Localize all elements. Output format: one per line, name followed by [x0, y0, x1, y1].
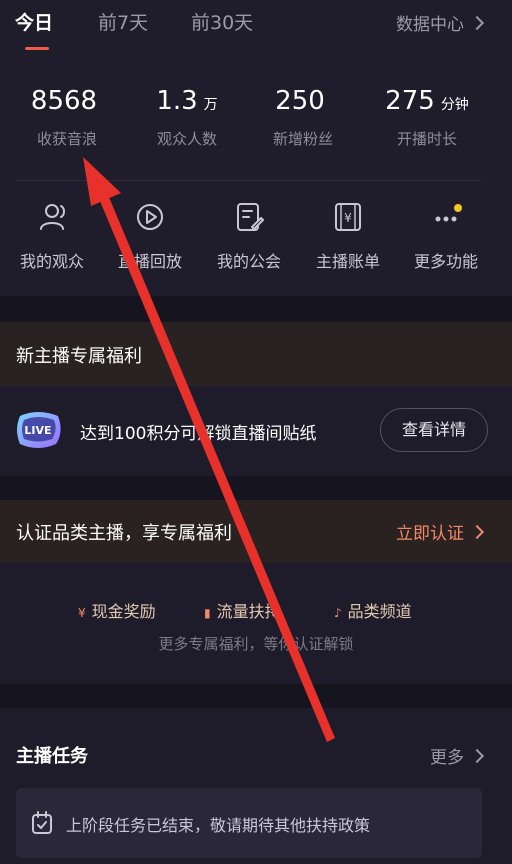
chevron-right-icon: [469, 524, 485, 540]
stat-label: 开播时长: [396, 130, 457, 148]
stat-label: 观众人数: [156, 130, 217, 148]
yen-card-icon: ¥: [335, 203, 361, 231]
perk-category-channel: ♪ 品类频道: [334, 598, 412, 622]
live-sticker-icon: LIVE: [17, 412, 61, 448]
chevron-right-icon: [469, 748, 485, 764]
tab-30-days[interactable]: 前30天: [191, 8, 253, 35]
tasks-more-label: 更多: [430, 748, 464, 768]
perk-label: 流量扶持: [216, 602, 281, 621]
stat-value: 1.3: [156, 86, 198, 116]
func-live-replay[interactable]: 直播回放: [100, 200, 200, 272]
chevron-right-icon: [469, 15, 485, 31]
play-circle-icon: [137, 204, 163, 230]
stats-divider: [16, 180, 482, 181]
certify-now-link[interactable]: 立即认证: [396, 519, 485, 544]
welfare-description: 达到100积分可解锁直播间贴纸: [80, 424, 317, 444]
svg-text:¥: ¥: [344, 211, 352, 225]
data-center-label: 数据中心: [396, 15, 464, 35]
task-checklist-icon: [32, 811, 52, 834]
stat-label: 新增粉丝: [272, 130, 333, 148]
func-my-audience[interactable]: 我的观众: [2, 200, 102, 272]
welfare-title: 新主播专属福利: [16, 346, 142, 367]
perk-cash-reward: ¥ 现金奖励: [78, 598, 156, 622]
view-details-button[interactable]: 查看详情: [380, 408, 488, 452]
certification-title: 认证品类主播，享专属福利: [16, 523, 232, 544]
bar-chart-icon: ▮: [204, 606, 211, 620]
func-label: 我的观众: [19, 252, 84, 271]
stat-new-fans[interactable]: 250 新增粉丝: [248, 86, 358, 148]
yen-icon: ¥: [78, 606, 86, 620]
music-note-icon: ♪: [334, 606, 342, 620]
users-icon: [40, 204, 65, 230]
stat-value: 275: [385, 86, 435, 116]
notification-dot: [454, 204, 462, 212]
active-tab-indicator: [25, 47, 49, 50]
stat-live-duration[interactable]: 275 分钟 开播时长: [372, 86, 482, 148]
tab-7-days[interactable]: 前7天: [98, 8, 148, 35]
tab-today[interactable]: 今日: [15, 8, 53, 35]
data-center-link[interactable]: 数据中心: [396, 10, 485, 35]
func-label: 我的公会: [216, 252, 281, 271]
tasks-more-link[interactable]: 更多: [430, 743, 485, 768]
stat-label: 收获音浪: [36, 130, 97, 148]
func-host-bill[interactable]: ¥ 主播账单: [298, 200, 398, 272]
perk-traffic-support: ▮ 流量扶持: [204, 598, 281, 622]
stat-unit: 分钟: [440, 97, 469, 113]
stat-unit: 万: [203, 97, 218, 113]
perk-label: 现金奖励: [91, 602, 156, 621]
stat-value: 8568: [30, 86, 98, 116]
perk-label: 品类频道: [347, 602, 412, 621]
tasks-title: 主播任务: [16, 746, 88, 767]
func-my-guild[interactable]: 我的公会: [199, 200, 299, 272]
certification-subtitle: 更多专属福利，等你认证解锁: [158, 635, 354, 653]
func-label: 主播账单: [315, 252, 380, 271]
func-label: 更多功能: [413, 252, 478, 271]
func-more[interactable]: 更多功能: [396, 200, 496, 272]
certification-body: [0, 562, 512, 684]
task-message: 上阶段任务已结束，敬请期待其他扶持政策: [66, 816, 371, 835]
date-tabs: 今日 前7天 前30天 数据中心: [0, 0, 512, 50]
certify-now-label: 立即认证: [396, 524, 464, 544]
stat-received-coins[interactable]: 8568 收获音浪: [12, 86, 122, 148]
stat-viewers[interactable]: 1.3 万 观众人数: [132, 86, 242, 148]
live-badge-text: LIVE: [24, 424, 51, 437]
func-label: 直播回放: [117, 252, 182, 271]
stat-value: 250: [275, 86, 325, 116]
edit-document-icon: [237, 203, 264, 231]
